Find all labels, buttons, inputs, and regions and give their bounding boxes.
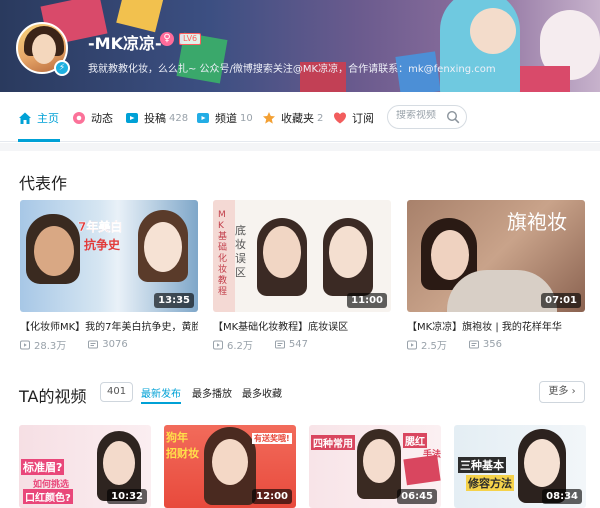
tab-upload[interactable]: 投稿 428 (125, 109, 188, 127)
comment-count: 547 (288, 339, 308, 350)
upload-icon (126, 113, 138, 123)
more-button[interactable]: 更多 › (539, 381, 585, 403)
video-meta: 6.2万 547 (213, 337, 308, 352)
dynamic-icon (73, 112, 85, 124)
video-duration: 08:34 (542, 489, 582, 504)
video-thumbnail[interactable]: 7年美白 抗争史 13:35 (20, 200, 198, 312)
profile-banner: ⚡ -MK凉凉- ♀ LV6 我就教教化妆，么么扎~ 公众号/微博搜索关注@MK… (0, 0, 600, 92)
video-thumbnail[interactable]: MK基础化妆教程 底妆误区 11:00 (213, 200, 391, 312)
comment-icon (274, 340, 285, 348)
thumb-caption: 四种常用 (311, 435, 355, 450)
chevron-right-icon: › (571, 386, 576, 397)
tab-home[interactable]: 主页 (18, 109, 59, 127)
thumb-caption: 底妆误区 (235, 224, 246, 279)
thumb-caption: 狗年 (166, 431, 188, 444)
play-count-icon (20, 340, 30, 349)
username: -MK凉凉- (88, 34, 162, 53)
video-duration: 07:01 (541, 293, 581, 308)
thumb-caption: 三种基本 (458, 457, 506, 473)
video-meta: 28.3万 3076 (20, 337, 128, 352)
level-badge: LV6 (179, 33, 202, 45)
section-divider (0, 143, 600, 151)
comment-icon (468, 340, 479, 348)
video-thumbnail[interactable]: 四种常用 腮红 手法 06:45 (309, 425, 441, 508)
thumb-caption: 腮红 (403, 433, 427, 448)
representative-card[interactable]: 7年美白 抗争史 13:35 【化妆师MK】我的7年美白抗争史，黄脸 28.3万… (20, 200, 198, 352)
representative-works-title: 代表作 (19, 174, 68, 193)
video-duration: 11:00 (347, 293, 387, 308)
home-icon (19, 112, 31, 124)
video-title[interactable]: 【MK基础化妆教程】底妆误区 (213, 318, 391, 333)
video-title[interactable]: 【化妆师MK】我的7年美白抗争史，黄脸 (20, 318, 198, 333)
female-icon: ♀ (160, 32, 174, 46)
video-duration: 12:00 (252, 489, 292, 504)
search-input[interactable] (396, 110, 446, 121)
play-count: 2.5万 (421, 341, 447, 352)
thumb-caption: MK基础化妆教程 (218, 210, 228, 297)
tab-favorites[interactable]: 收藏夹 2 (262, 109, 323, 127)
channel-icon (197, 113, 209, 123)
video-thumbnail[interactable]: 标准眉? 如何挑选 口红颜色? 10:32 (19, 425, 151, 508)
thumb-caption: 有送奖哦! (252, 433, 292, 444)
video-thumbnail[interactable]: 狗年 招财妆 有送奖哦! 12:00 (164, 425, 296, 508)
thumb-caption: 招财妆 (166, 447, 199, 460)
video-duration: 06:45 (397, 489, 437, 504)
comment-icon (88, 340, 99, 348)
ta-videos-title: TA的视频 (19, 387, 87, 406)
video-duration: 10:32 (107, 489, 147, 504)
tab-subscribe[interactable]: 订阅 (333, 109, 374, 127)
play-count-icon (213, 340, 223, 349)
tab-dynamic[interactable]: 动态 (72, 109, 113, 127)
search-icon[interactable] (446, 110, 460, 124)
subscribe-icon (334, 112, 346, 124)
tab-most-favorited[interactable]: 最多收藏 (242, 385, 282, 400)
play-count: 6.2万 (227, 341, 253, 352)
video-meta: 2.5万 356 (407, 337, 502, 352)
tab-channel[interactable]: 频道 10 (196, 109, 253, 127)
video-thumbnail[interactable]: 旗袍妆 07:01 (407, 200, 585, 312)
verified-icon: ⚡ (54, 60, 70, 76)
play-count-icon (407, 340, 417, 349)
video-duration: 13:35 (154, 293, 194, 308)
thumb-caption: 口红颜色? (23, 489, 73, 504)
representative-card[interactable]: 旗袍妆 07:01 【MK凉凉】旗袍妆 | 我的花样年华 2.5万 356 (407, 200, 585, 352)
thumb-caption: 旗袍妆 (507, 210, 567, 234)
active-tab-indicator (18, 139, 60, 142)
video-search-box[interactable] (387, 105, 467, 129)
banner-gift-box (520, 66, 570, 92)
thumb-caption: 抗争史 (84, 238, 121, 252)
active-tab-indicator (141, 402, 181, 404)
thumb-caption: 标准眉? (21, 459, 65, 475)
video-title[interactable]: 【MK凉凉】旗袍妆 | 我的花样年华 (407, 318, 585, 333)
video-thumbnail[interactable]: 三种基本 修容方法 08:34 (454, 425, 586, 508)
thumb-caption: 7年美白 (78, 220, 123, 234)
banner-character (470, 8, 516, 54)
tab-latest[interactable]: 最新发布 (141, 385, 181, 400)
thumb-caption: 修容方法 (466, 475, 514, 491)
comment-count: 356 (482, 339, 502, 350)
thumb-caption: 手法 (423, 450, 441, 460)
banner-gift-box (116, 0, 164, 33)
representative-card[interactable]: MK基础化妆教程 底妆误区 11:00 【MK基础化妆教程】底妆误区 6.2万 … (213, 200, 391, 352)
favorite-icon (263, 112, 275, 124)
user-bio: 我就教教化妆，么么扎~ 公众号/微博搜索关注@MK凉凉，合作请联系：mk@fen… (88, 64, 496, 75)
play-count: 28.3万 (34, 341, 67, 352)
tab-most-played[interactable]: 最多播放 (192, 385, 232, 400)
video-count-badge: 401 (100, 382, 134, 402)
profile-nav: 主页 动态 投稿 428 频道 10 收藏夹 2 订阅 (0, 92, 600, 142)
comment-count: 3076 (102, 339, 128, 350)
